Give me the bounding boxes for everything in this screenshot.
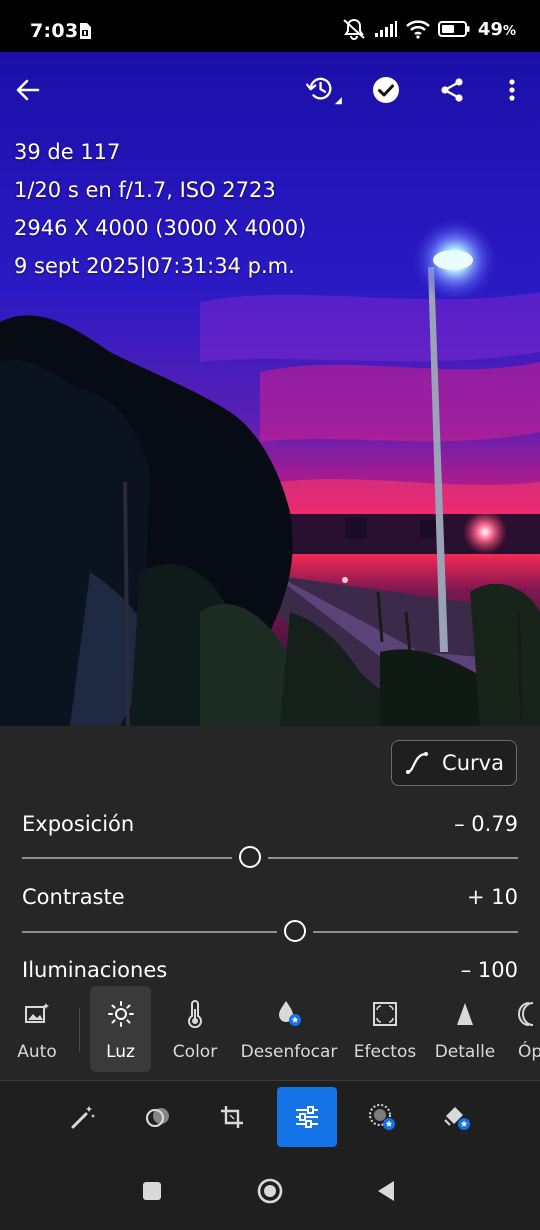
thermometer-icon [188,1000,202,1028]
tool-optics[interactable]: Óp [515,986,540,1072]
masking-icon [369,1104,395,1130]
optics-icon [518,1002,534,1026]
blur-drop-icon [279,1001,301,1026]
mode-crop[interactable] [202,1087,262,1147]
tool-light[interactable]: Luz [90,986,151,1072]
back-arrow-icon[interactable] [12,74,44,106]
photo-preview[interactable]: 39 de 117 1/20 s en f/1.7, ISO 2723 2946… [0,52,540,726]
share-icon[interactable] [436,74,468,106]
tool-light-label: Luz [106,1042,135,1062]
tool-divider [79,1008,80,1052]
mode-masking[interactable] [352,1087,412,1147]
highlights-label: Iluminaciones [22,958,168,978]
sim-card-icon [80,23,91,39]
sun-icon [107,1001,134,1027]
photo-index: 39 de 117 [14,140,121,164]
mode-edit[interactable] [277,1087,337,1147]
more-vertical-icon[interactable] [496,74,528,106]
status-bar: 7:03 49% [0,0,540,52]
tool-color-label: Color [172,1042,218,1062]
auto-image-icon [25,1003,49,1023]
back-triangle-icon [378,1181,394,1201]
wifi-icon [406,20,430,39]
crop-icon [221,1106,243,1128]
mute-icon [343,18,365,40]
curve-button-label: Curva [442,751,504,775]
detail-triangle-icon [457,1003,473,1025]
recents-button[interactable] [132,1171,172,1211]
exposure-label: Exposición [22,812,135,836]
signal-icon [374,21,397,37]
tool-detail[interactable]: Detalle [432,986,498,1072]
tool-blur-label: Desenfocar [240,1042,338,1062]
status-icons: 49% [342,18,516,40]
photo-datetime: 9 sept 2025|07:31:34 p.m. [14,254,295,278]
exposure-slider-track[interactable] [22,846,518,868]
recents-square-icon [143,1182,161,1200]
contrast-slider-track[interactable] [22,920,518,942]
tool-color[interactable]: Color [166,986,224,1072]
highlights-value: – 100 [460,958,518,978]
tool-optics-label: Óp [518,1042,540,1062]
status-time: 7:03 [30,20,79,42]
exposure-value: – 0.79 [454,812,518,836]
edit-tools-strip: Auto Luz Color Desenfocar Efectos Detall… [0,978,540,1081]
system-nav-bar [0,1151,540,1230]
home-button[interactable] [250,1171,290,1211]
edit-sliders-icon [296,1106,318,1128]
back-button[interactable] [366,1171,406,1211]
mode-presets[interactable] [128,1087,188,1147]
curve-icon [406,752,429,774]
battery-icon [437,21,470,37]
history-icon[interactable] [302,74,348,106]
contrast-slider-thumb[interactable] [283,920,306,942]
effects-icon [373,1002,397,1026]
edit-modes-bar [0,1081,540,1151]
tool-blur[interactable]: Desenfocar [240,986,338,1072]
tool-auto[interactable]: Auto [6,986,68,1072]
mode-auto-wand[interactable] [53,1087,113,1147]
tool-auto-label: Auto [17,1042,57,1062]
light-adjustment-panel: Curva Exposición – 0.79 Contraste + 10 I… [0,726,540,978]
curve-button[interactable]: Curva [391,740,517,786]
tool-detail-label: Detalle [434,1042,496,1062]
photo-dimensions: 2946 X 4000 (3000 X 4000) [14,216,307,240]
exposure-slider-thumb[interactable] [239,846,262,868]
photo-exposure-info: 1/20 s en f/1.7, ISO 2723 [14,178,276,202]
check-icon[interactable] [370,74,402,106]
battery-percent: 49% [477,18,516,40]
contrast-value: + 10 [467,885,518,909]
tool-effects-label: Efectos [353,1042,417,1062]
healing-icon [444,1107,470,1130]
presets-icon [146,1108,169,1127]
mode-healing[interactable] [427,1087,487,1147]
tool-effects[interactable]: Efectos [352,986,418,1072]
contrast-label: Contraste [22,885,125,909]
home-circle-icon [257,1178,283,1204]
magic-wand-icon [71,1106,95,1129]
